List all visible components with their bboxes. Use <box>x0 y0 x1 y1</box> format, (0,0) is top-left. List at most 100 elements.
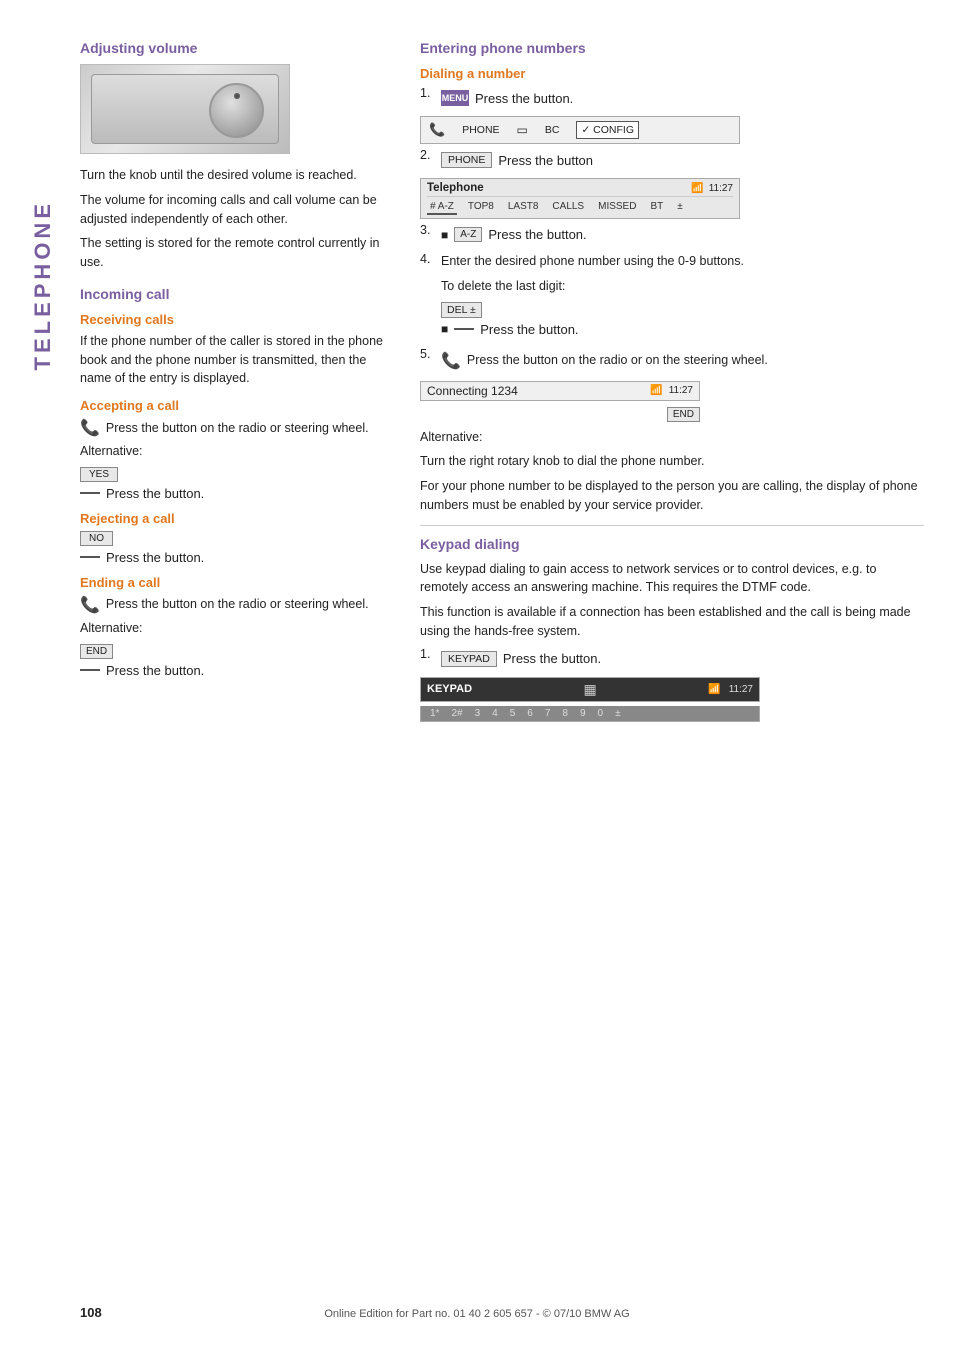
dial-step-2: 2. PHONE Press the button <box>420 148 924 172</box>
nav-screen: 📞 PHONE ▭ BC ✓ CONFIG <box>420 116 740 144</box>
sidebar-telephone-label: TELEPHONE <box>30 200 56 370</box>
accepting-press-text: Press the button. <box>106 486 204 501</box>
hash-icon: ■ <box>441 228 448 242</box>
del-icon: ■ <box>441 322 448 336</box>
end-press-row: Press the button. <box>80 663 390 678</box>
del-button-row: DEL ± <box>441 302 924 318</box>
step-5-text: Press the button on the radio or on the … <box>467 351 768 370</box>
phone-end-icon: 📞 <box>80 595 100 615</box>
accepting-alternative-label: Alternative: <box>80 442 390 461</box>
step-3-text: Press the button. <box>488 227 586 242</box>
step-2-content: PHONE Press the button <box>441 148 924 172</box>
tab-last8[interactable]: LAST8 <box>505 200 542 215</box>
tab-pm[interactable]: ± <box>674 200 686 215</box>
key-1[interactable]: 1* <box>427 708 442 719</box>
dash-del <box>454 328 474 330</box>
key-8[interactable]: 8 <box>559 708 571 719</box>
tab-az[interactable]: # A-Z <box>427 200 457 215</box>
key-9[interactable]: 9 <box>577 708 589 719</box>
keypad-step-1-number: 1. <box>420 647 435 661</box>
phone-button[interactable]: PHONE <box>441 152 492 168</box>
no-button-row: NO <box>80 531 390 546</box>
telephone-tabs: # A-Z TOP8 LAST8 CALLS MISSED BT ± <box>427 200 733 215</box>
ending-call-text: Press the button on the radio or steerin… <box>106 595 369 614</box>
kp-time: 11:27 <box>729 684 753 695</box>
dash-2 <box>80 556 100 558</box>
step-3-number: 3. <box>420 223 435 237</box>
dialing-number-subtitle: Dialing a number <box>420 66 924 81</box>
tab-bt[interactable]: BT <box>647 200 666 215</box>
key-5[interactable]: 5 <box>507 708 519 719</box>
az-button[interactable]: A-Z <box>454 227 482 242</box>
tab-calls[interactable]: CALLS <box>549 200 587 215</box>
menu-button[interactable]: MENU <box>441 90 469 106</box>
del-press-text: Press the button. <box>480 322 578 337</box>
end-button[interactable]: END <box>80 644 113 659</box>
del-button[interactable]: DEL ± <box>441 302 482 318</box>
display-info-text: For your phone number to be displayed to… <box>420 477 924 515</box>
tel-signal-icon: 📶 <box>691 183 703 194</box>
yes-button-row: YES <box>80 467 390 482</box>
keypad-para-2: This function is available if a connecti… <box>420 603 924 641</box>
accepting-call-text: Press the button on the radio or steerin… <box>106 419 369 438</box>
end-button-row: END <box>80 644 390 659</box>
accepting-call-subsection: Accepting a call 📞 Press the button on t… <box>80 398 390 501</box>
no-button[interactable]: NO <box>80 531 113 546</box>
delete-label: To delete the last digit: <box>441 277 924 296</box>
volume-knob-image <box>80 64 290 154</box>
connecting-right: 📶 11:27 <box>650 385 693 396</box>
step-1-content: MENU Press the button. <box>441 86 924 110</box>
tel-screen-title: Telephone <box>427 182 484 194</box>
nav-bc[interactable]: BC <box>540 121 565 139</box>
keypad-dialing-title: Keypad dialing <box>420 536 924 552</box>
step-1-number: 1. <box>420 86 435 100</box>
tab-top8[interactable]: TOP8 <box>465 200 497 215</box>
receiving-calls-subtitle: Receiving calls <box>80 312 390 327</box>
end-screen-button[interactable]: END <box>667 407 700 422</box>
connecting-text: Connecting 1234 <box>427 384 518 398</box>
key-3[interactable]: 3 <box>472 708 484 719</box>
dash-1 <box>80 492 100 494</box>
rejecting-call-subsection: Rejecting a call NO Press the button. <box>80 511 390 565</box>
dial-step-1: 1. MENU Press the button. <box>420 86 924 110</box>
phone-nav-icon: 📞 <box>429 122 445 138</box>
connecting-screen: Connecting 1234 📶 11:27 <box>420 381 700 401</box>
incoming-call-section: Incoming call Receiving calls If the pho… <box>80 286 390 678</box>
kp-title: KEYPAD <box>427 683 472 695</box>
key-7[interactable]: 7 <box>542 708 554 719</box>
entering-phone-numbers-section: Entering phone numbers Dialing a number … <box>420 40 924 722</box>
ending-alternative-label: Alternative: <box>80 619 390 638</box>
ending-call-subtitle: Ending a call <box>80 575 390 590</box>
keypad-button[interactable]: KEYPAD <box>441 651 497 667</box>
kp-icon: ▦ <box>584 681 597 698</box>
step-2-text: Press the button <box>498 153 593 168</box>
accepting-call-icon-row: 📞 Press the button on the radio or steer… <box>80 418 390 438</box>
key-6[interactable]: 6 <box>524 708 536 719</box>
kp-right: 📶 11:27 <box>708 684 753 695</box>
section-divider <box>420 525 924 526</box>
alternative-label-dial: Alternative: <box>420 428 924 447</box>
key-2[interactable]: 2# <box>448 708 465 719</box>
yes-button[interactable]: YES <box>80 467 118 482</box>
connecting-signal: 📶 <box>650 385 662 396</box>
step-4-text: Enter the desired phone number using the… <box>441 252 924 271</box>
keypad-step-1: 1. KEYPAD Press the button. <box>420 647 924 671</box>
nav-config[interactable]: ✓ CONFIG <box>576 121 639 139</box>
tab-missed[interactable]: MISSED <box>595 200 639 215</box>
dial-step-3: 3. ■ A-Z Press the button. <box>420 223 924 246</box>
dial-step-4: 4. Enter the desired phone number using … <box>420 252 924 341</box>
adjusting-volume-section: Adjusting volume Turn the knob until the… <box>80 40 390 272</box>
incoming-call-title: Incoming call <box>80 286 390 302</box>
end-row-below-screen: END <box>420 407 700 422</box>
vol-para-3: The setting is stored for the remote con… <box>80 234 390 272</box>
key-0[interactable]: 0 <box>595 708 607 719</box>
adjusting-volume-title: Adjusting volume <box>80 40 390 56</box>
keypad-step-1-content: KEYPAD Press the button. <box>441 647 924 671</box>
nav-phone[interactable]: PHONE <box>457 121 504 139</box>
tel-screen-header-right: 📶 11:27 <box>691 183 733 194</box>
rejecting-press-text: Press the button. <box>106 550 204 565</box>
key-pm[interactable]: ± <box>612 708 624 719</box>
key-4[interactable]: 4 <box>489 708 501 719</box>
alternative-text-dial: Turn the right rotary knob to dial the p… <box>420 452 924 471</box>
accepting-call-subtitle: Accepting a call <box>80 398 390 413</box>
